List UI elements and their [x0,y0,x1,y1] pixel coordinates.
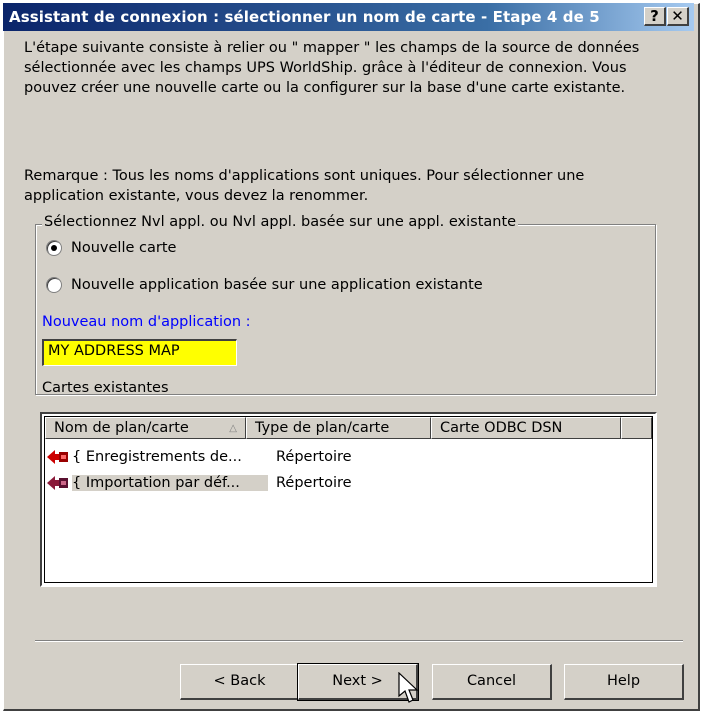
radio-new-map-label: Nouvelle carte [71,240,177,256]
existing-maps-label: Cartes existantes [42,380,169,396]
intro-line: pouvez créer une nouvelle carte ou la co… [24,80,626,96]
cancel-button[interactable]: Cancel [432,664,552,700]
table-row[interactable]: { Importation par déf... Répertoire [45,471,456,495]
column-dsn-label: Carte ODBC DSN [440,420,563,436]
back-button[interactable]: < Back [180,664,300,700]
close-title-button[interactable]: ✕ [667,7,689,26]
sort-ascending-icon: △ [229,423,237,434]
row-map-name: { Enregistrements de... [72,449,242,465]
column-type-label: Type de plan/carte [255,420,390,436]
groupbox-legend: Sélectionnez Nvl appl. ou Nvl appl. basé… [42,214,519,230]
mouse-pointer-icon [398,672,419,703]
radio-button-unchecked[interactable] [46,277,62,293]
row-map-type: Répertoire [276,475,352,491]
new-name-input[interactable]: MY ADDRESS MAP [42,339,237,366]
title-bar: Assistant de connexion : sélectionner un… [3,3,694,31]
remark-line: Remarque : Tous les noms d'applications … [24,168,585,184]
help-title-button[interactable]: ? [644,7,666,26]
list-frame: Nom de plan/carte △ Type de plan/carte C… [44,416,653,583]
existing-maps-list[interactable]: Nom de plan/carte △ Type de plan/carte C… [40,412,657,587]
column-header-type[interactable]: Type de plan/carte [246,417,431,439]
radio-button-checked[interactable] [46,240,62,256]
column-header-extra[interactable] [621,417,652,439]
radio-based-on-existing[interactable]: Nouvelle application basée sur une appli… [46,277,483,293]
new-name-label: Nouveau nom d'application : [42,314,251,330]
radio-based-label: Nouvelle application basée sur une appli… [71,277,483,293]
footer-separator [35,640,683,642]
red-arrow-map-icon [47,476,68,490]
red-arrow-map-icon [47,450,68,464]
table-row[interactable]: { Enregistrements de... Répertoire [45,445,456,469]
column-header-name[interactable]: Nom de plan/carte △ [45,417,246,439]
help-button[interactable]: Help [564,664,684,700]
intro-line: L'étape suivante consiste à relier ou " … [24,40,640,56]
row-map-type: Répertoire [276,449,352,465]
column-name-label: Nom de plan/carte [54,420,189,436]
radio-new-map[interactable]: Nouvelle carte [46,240,176,256]
window-title: Assistant de connexion : sélectionner un… [9,8,600,26]
intro-text: L'étape suivante consiste à relier ou " … [24,38,684,98]
remark-line: application existante, vous devez la ren… [24,188,369,204]
row-map-name: { Importation par déf... [72,475,268,491]
intro-line: sélectionnée avec les champs UPS WorldSh… [24,60,627,76]
column-header-dsn[interactable]: Carte ODBC DSN [431,417,621,439]
remark-text: Remarque : Tous les noms d'applications … [24,166,684,206]
list-header: Nom de plan/carte △ Type de plan/carte C… [45,417,652,439]
